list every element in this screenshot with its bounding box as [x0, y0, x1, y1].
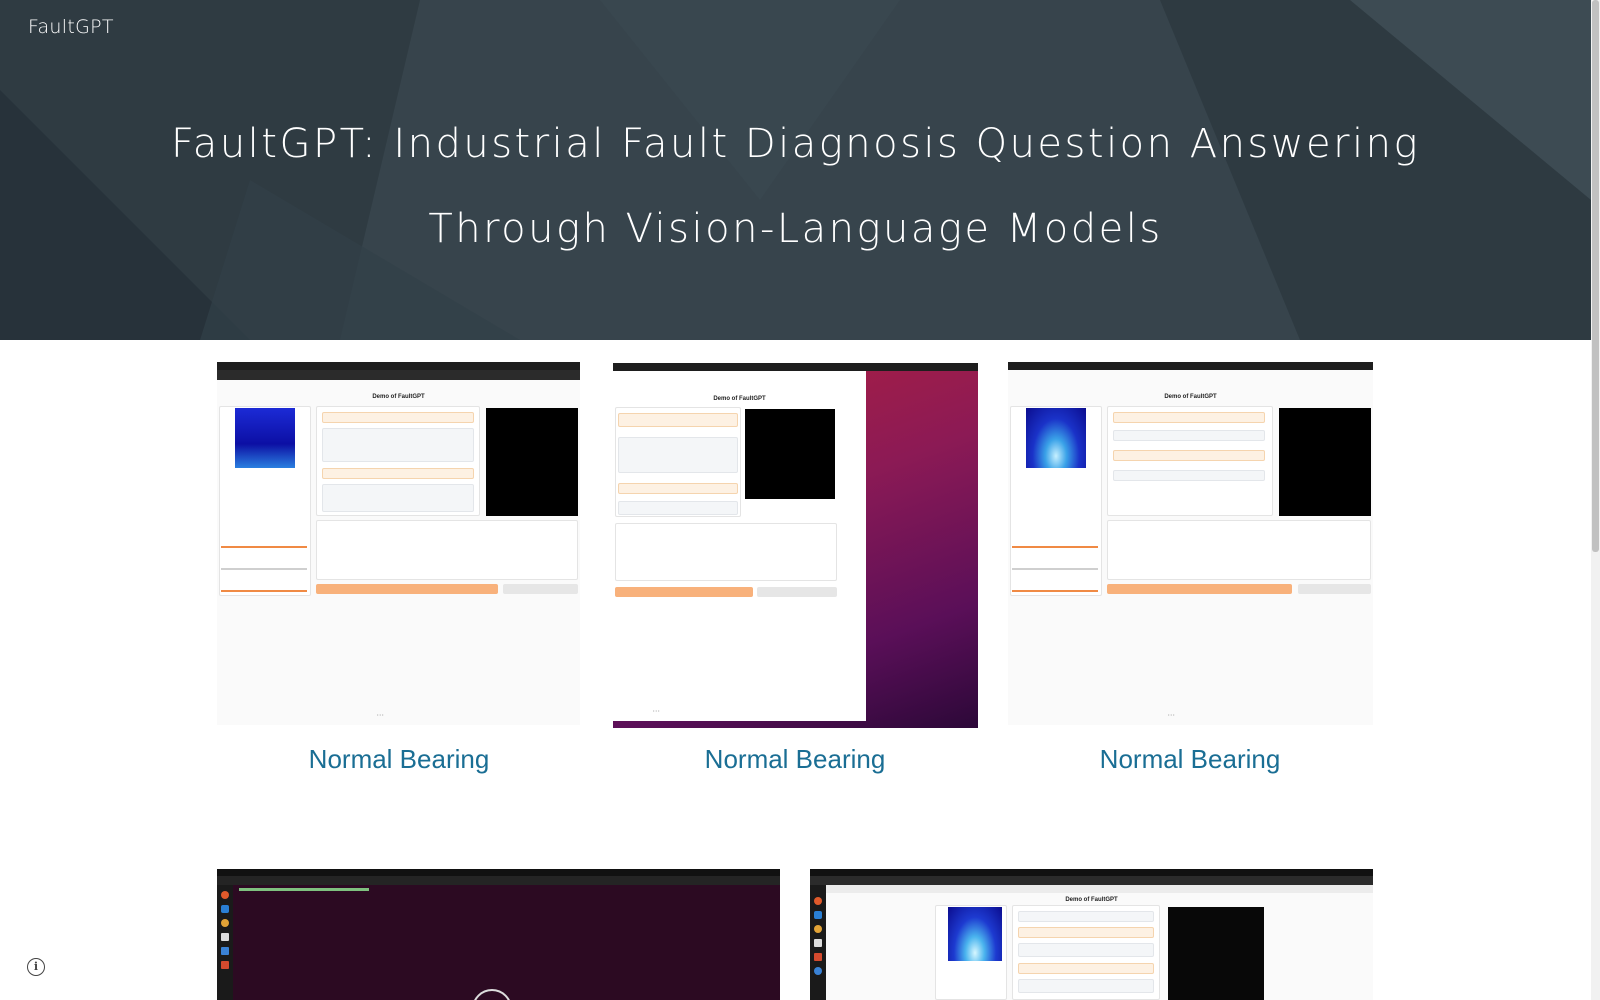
screenshot-image-2[interactable]: Demo of FaultGPT • • • [613, 363, 978, 728]
hero-banner: FaultGPT FaultGPT: Industrial Fault Diag… [0, 0, 1591, 340]
screenshot-image-4[interactable] [217, 869, 780, 1000]
screenshot-image-1[interactable]: Demo of FaultGPT • • • [217, 362, 580, 725]
info-icon[interactable]: i [27, 958, 45, 976]
page-title: FaultGPT: Industrial Fault Diagnosis Que… [170, 121, 1421, 252]
screenshot-app-title: Demo of FaultGPT [372, 394, 425, 400]
screenshot-app-title: Demo of FaultGPT [1164, 394, 1217, 400]
caption-normal-bearing-2[interactable]: Normal Bearing [612, 744, 978, 775]
site-title[interactable]: FaultGPT [28, 16, 114, 38]
caption-normal-bearing-1[interactable]: Normal Bearing [216, 744, 582, 775]
screenshot-image-3[interactable]: Demo of FaultGPT • • • [1008, 362, 1373, 725]
scrollbar-thumb[interactable] [1592, 0, 1599, 552]
screenshot-image-5[interactable]: Demo of FaultGPT [810, 869, 1373, 1000]
screenshot-app-title: Demo of FaultGPT [713, 396, 766, 402]
caption-normal-bearing-3[interactable]: Normal Bearing [1007, 744, 1373, 775]
page-scrollbar[interactable] [1591, 0, 1600, 1000]
screenshot-app-title: Demo of FaultGPT [1065, 897, 1118, 903]
